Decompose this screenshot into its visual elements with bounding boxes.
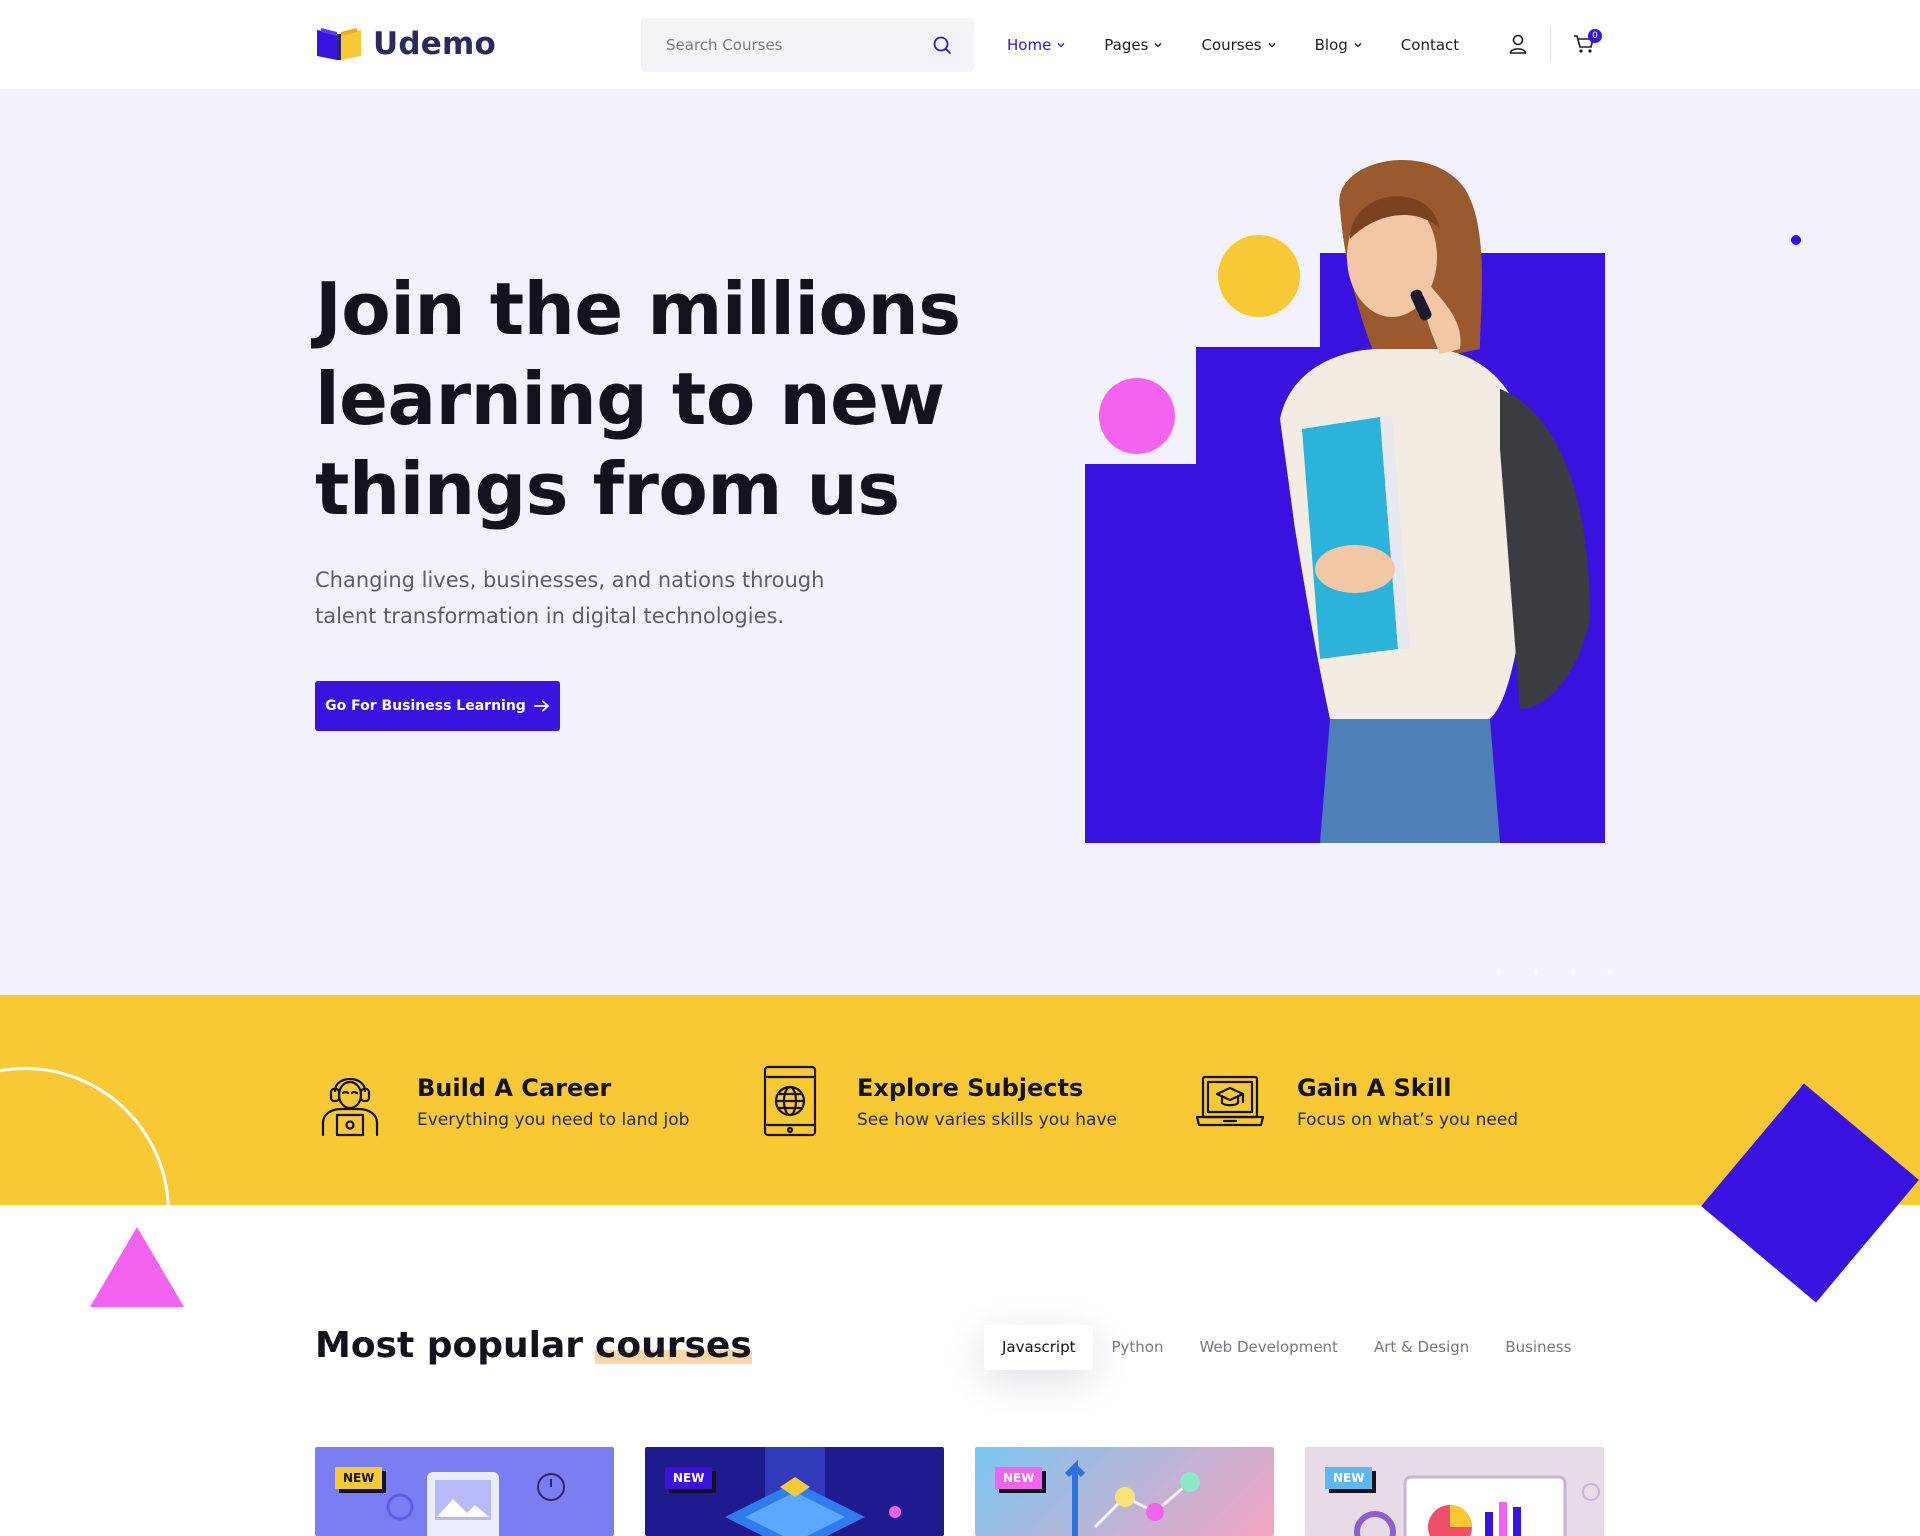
course-card[interactable]: NEW [975,1447,1274,1536]
decor-circle-outline [0,1067,170,1205]
cart-count-badge: 0 [1588,29,1602,43]
course-card[interactable]: NEW [1305,1447,1604,1536]
cta-label: Go For Business Learning [325,698,526,714]
hero-title-line: things from us [315,447,900,531]
tab-python[interactable]: Python [1093,1325,1181,1370]
tab-art-design[interactable]: Art & Design [1356,1325,1487,1370]
search-box [641,18,974,72]
feature-build-career: Build A Career Everything you need to la… [315,1065,689,1137]
course-card[interactable]: NEW [645,1447,944,1536]
section-title-accent: courses [595,1325,752,1366]
search-icon[interactable] [932,35,952,55]
hero-section: Join the millions learning to new things… [0,89,1920,995]
feature-title: Explore Subjects [857,1074,1084,1102]
feature-desc: Everything you need to land job [417,1110,690,1130]
chevron-down-icon [1354,42,1362,47]
logo[interactable]: Udemo [315,26,496,62]
features-band: Build A Career Everything you need to la… [0,995,1920,1205]
arrow-right-icon [533,700,549,712]
tab-business[interactable]: Business [1487,1325,1589,1370]
feature-text: Explore Subjects See how varies skills y… [857,1073,1117,1137]
yellow-circle [1218,235,1300,317]
feature-desc: See how varies skills you have [857,1110,1117,1130]
hero-subtitle-line: talent transformation in digital technol… [315,604,785,628]
decor-pink-triangle [90,1227,184,1307]
main-nav: Home Pages Courses Blog Contact [1007,0,1497,89]
hero-blue-block [1085,464,1205,843]
hero-subtitle-line: Changing lives, businesses, and nations … [315,568,825,592]
nav-label: Courses [1201,35,1262,54]
laptop-graduation-icon [1195,1075,1265,1127]
nav-item-contact[interactable]: Contact [1401,36,1459,54]
hero-subtitle: Changing lives, businesses, and nations … [315,562,875,634]
feature-text: Gain A Skill Focus on what’s you need [1297,1073,1518,1137]
feature-title: Gain A Skill [1297,1074,1452,1102]
pink-circle [1099,378,1175,454]
tab-web-development[interactable]: Web Development [1181,1325,1355,1370]
new-badge: NEW [665,1467,713,1489]
section-title: Most popular courses [315,1325,752,1366]
hero-illustration [1085,160,1605,843]
course-thumbnail [386,1472,565,1536]
feature-title: Build A Career [417,1074,612,1102]
nav-label: Blog [1314,35,1348,54]
chevron-down-icon [1154,42,1162,47]
nav-label: Home [1007,35,1052,54]
chevron-down-icon [1268,42,1276,47]
chevron-down-icon [1057,42,1065,47]
site-header: Udemo Home Pages Courses Blog Contact [0,0,1920,89]
new-badge: NEW [335,1467,383,1489]
tablet-globe-icon [763,1065,817,1137]
feature-gain-skill: Gain A Skill Focus on what’s you need [1195,1065,1518,1137]
search-input[interactable] [666,18,926,72]
nav-label: Pages [1104,35,1149,54]
new-badge: NEW [1325,1467,1373,1489]
nav-item-blog[interactable]: Blog [1315,36,1363,54]
course-card[interactable]: NEW [315,1447,614,1536]
book-logo-icon [317,28,361,60]
tab-javascript[interactable]: Javascript [984,1325,1094,1370]
nav-item-pages[interactable]: Pages [1104,36,1163,54]
course-cards: NEW NEW NEW NEW [315,1447,1605,1536]
nav-label: Contact [1400,35,1460,54]
course-category-tabs: Javascript Python Web Development Art & … [984,1325,1589,1370]
business-learning-button[interactable]: Go For Business Learning [315,681,560,731]
hero-title-line: learning to new [315,357,945,441]
nav-item-courses[interactable]: Courses [1201,36,1276,54]
feature-text: Build A Career Everything you need to la… [417,1073,689,1137]
hero-title: Join the millions learning to new things… [315,264,965,534]
feature-explore-subjects: Explore Subjects See how varies skills y… [755,1065,1117,1137]
section-title-plain: Most popular [315,1325,584,1366]
brand-name: Udemo [373,26,496,62]
hero-title-line: Join the millions [315,267,961,351]
nav-item-home[interactable]: Home [1007,36,1066,54]
user-icon[interactable] [1508,33,1528,55]
new-badge: NEW [995,1467,1043,1489]
nav-divider [1550,26,1551,62]
course-thumbnail [1354,1475,1600,1536]
decor-dot [1791,235,1801,245]
section-title-accent-text: courses [595,1325,752,1366]
career-headset-icon [321,1077,379,1137]
course-thumbnail [1064,1459,1200,1536]
course-thumbnail [725,1447,901,1536]
feature-desc: Focus on what’s you need [1297,1110,1519,1130]
